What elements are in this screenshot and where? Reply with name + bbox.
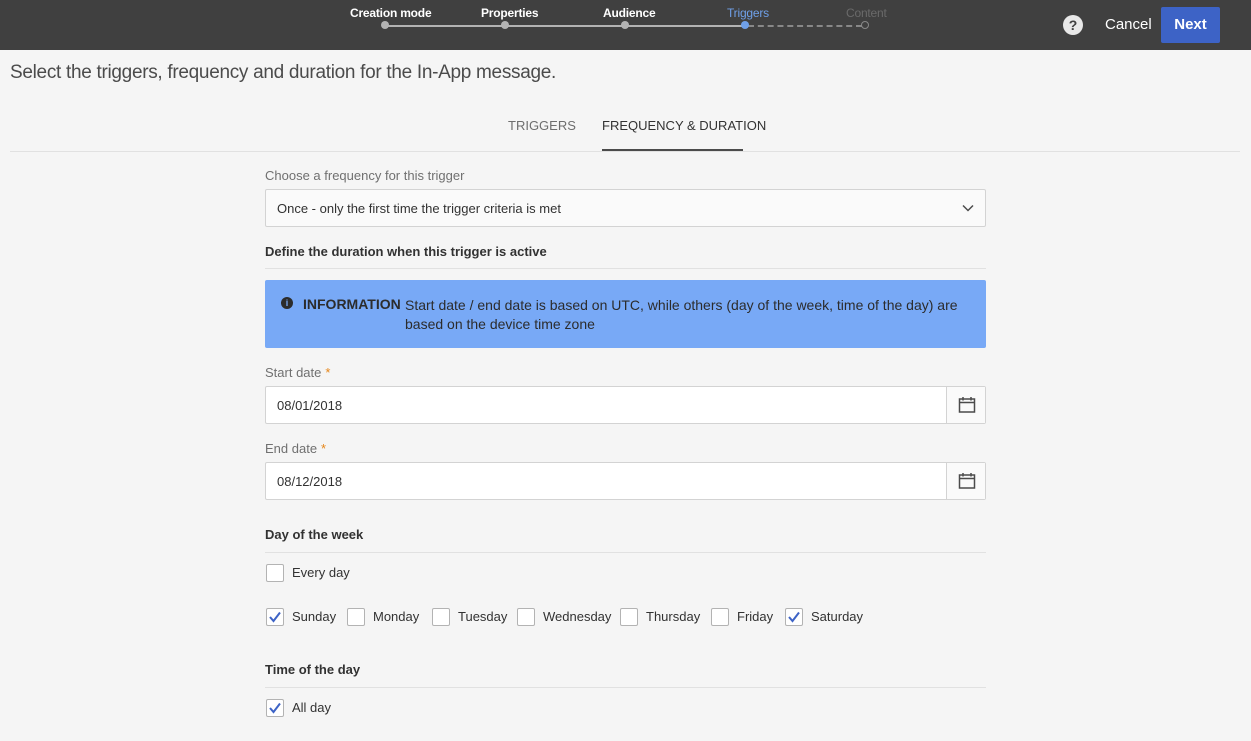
- end-date-field[interactable]: 08/12/2018: [265, 462, 986, 500]
- step-content-label: Content: [846, 6, 887, 20]
- every-day-checkbox[interactable]: Every day: [266, 564, 386, 582]
- checkbox-box[interactable]: [785, 608, 803, 626]
- start-date-label: Start date *: [265, 365, 330, 380]
- checkmark-icon: [788, 611, 800, 623]
- start-date-picker-button[interactable]: [946, 387, 985, 423]
- step-triggers-label[interactable]: Triggers: [727, 6, 769, 20]
- step-creation-mode-dot: [381, 21, 389, 29]
- tuesday-label: Tuesday: [458, 609, 508, 624]
- day-of-week-title: Day of the week: [265, 527, 364, 542]
- required-marker: *: [321, 441, 327, 456]
- chevron-down-icon: [962, 204, 974, 212]
- step-audience-dot: [621, 21, 629, 29]
- saturday-checkbox[interactable]: Saturday: [785, 608, 865, 626]
- checkbox-box[interactable]: [266, 564, 284, 582]
- required-marker: *: [325, 365, 331, 380]
- info-text: Start date / end date is based on UTC, w…: [405, 297, 958, 332]
- info-heading: INFORMATION: [303, 296, 401, 312]
- wizard-header: Creation mode Properties Audience Trigge…: [0, 0, 1251, 50]
- step-properties-dot: [501, 21, 509, 29]
- frequency-label: Choose a frequency for this trigger: [265, 168, 465, 183]
- checkmark-icon: [269, 611, 281, 623]
- thursday-label: Thursday: [646, 609, 701, 624]
- tabs-divider: [10, 151, 1240, 152]
- duration-title: Define the duration when this trigger is…: [265, 244, 547, 259]
- checkmark-icon: [269, 702, 281, 714]
- step-content-dot: [861, 21, 869, 29]
- start-date-value: 08/01/2018: [277, 398, 343, 413]
- section-divider: [265, 552, 986, 553]
- section-divider: [265, 687, 986, 688]
- calendar-icon: [958, 397, 976, 413]
- info-icon: i: [281, 297, 293, 309]
- tuesday-checkbox[interactable]: Tuesday: [432, 608, 507, 626]
- frequency-select[interactable]: Once - only the first time the trigger c…: [265, 189, 986, 227]
- monday-label: Monday: [373, 609, 420, 624]
- monday-checkbox[interactable]: Monday: [347, 608, 422, 626]
- frequency-value: Once - only the first time the trigger c…: [277, 201, 561, 216]
- next-button[interactable]: Next: [1161, 7, 1220, 43]
- end-date-value: 08/12/2018: [277, 474, 343, 489]
- all-day-checkbox[interactable]: All day: [266, 699, 336, 717]
- friday-checkbox[interactable]: Friday: [711, 608, 776, 626]
- checkbox-box[interactable]: [620, 608, 638, 626]
- checkbox-box[interactable]: [711, 608, 729, 626]
- checkbox-box[interactable]: [266, 699, 284, 717]
- checkbox-box[interactable]: [266, 608, 284, 626]
- cancel-button[interactable]: Cancel: [1095, 8, 1162, 42]
- time-of-day-title: Time of the day: [265, 662, 361, 677]
- sunday-checkbox[interactable]: Sunday: [266, 608, 336, 626]
- wednesday-label: Wednesday: [543, 609, 612, 624]
- end-date-label: End date *: [265, 441, 326, 456]
- calendar-icon: [958, 473, 976, 489]
- every-day-label: Every day: [292, 565, 350, 580]
- friday-label: Friday: [737, 609, 774, 624]
- step-connector-pending: [748, 25, 862, 27]
- info-banner: i INFORMATION Start date / end date is b…: [265, 280, 986, 348]
- start-date-field[interactable]: 08/01/2018: [265, 386, 986, 424]
- step-audience-label[interactable]: Audience: [603, 6, 656, 20]
- checkbox-box[interactable]: [432, 608, 450, 626]
- wednesday-checkbox[interactable]: Wednesday: [517, 608, 612, 626]
- step-connector: [504, 25, 624, 27]
- step-triggers-dot: [741, 21, 749, 29]
- thursday-checkbox[interactable]: Thursday: [620, 608, 700, 626]
- checkbox-box[interactable]: [347, 608, 365, 626]
- page-title: Select the triggers, frequency and durat…: [10, 62, 557, 83]
- step-properties-label[interactable]: Properties: [481, 6, 539, 20]
- all-day-label: All day: [292, 700, 332, 715]
- step-connector: [624, 25, 744, 27]
- step-connector: [384, 25, 504, 27]
- sunday-label: Sunday: [292, 609, 337, 624]
- section-divider: [265, 268, 986, 269]
- end-date-picker-button[interactable]: [946, 463, 985, 499]
- start-date-label-text: Start date: [265, 365, 322, 380]
- help-icon[interactable]: ?: [1063, 15, 1083, 35]
- end-date-label-text: End date: [265, 441, 318, 456]
- saturday-label: Saturday: [811, 609, 864, 624]
- tab-triggers[interactable]: TRIGGERS: [508, 118, 576, 133]
- step-creation-mode-label[interactable]: Creation mode: [350, 6, 432, 20]
- tab-frequency-duration[interactable]: FREQUENCY & DURATION: [602, 118, 766, 133]
- checkbox-box[interactable]: [517, 608, 535, 626]
